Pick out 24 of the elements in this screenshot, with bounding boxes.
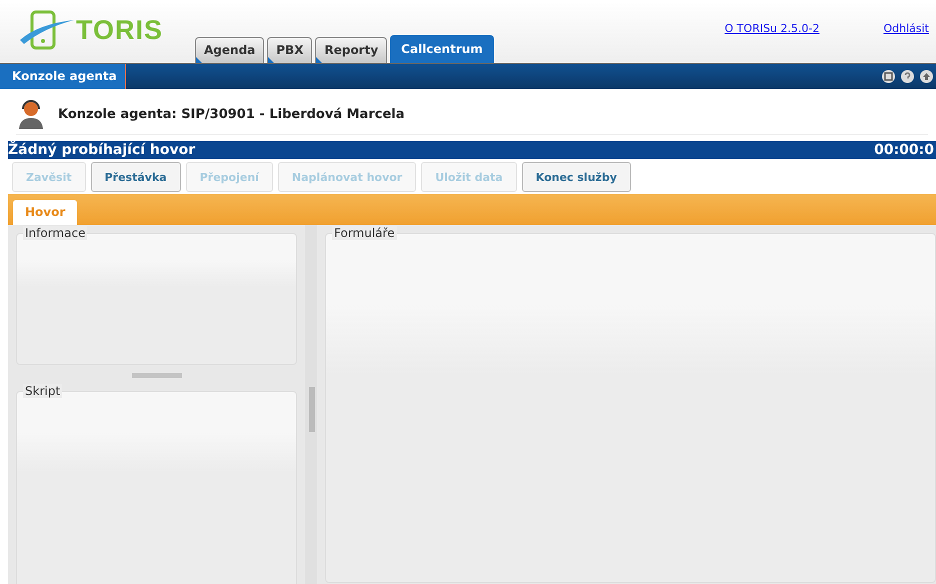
nav-tab[interactable]: Callcentrum <box>390 35 494 63</box>
action-button[interactable]: Přestávka <box>90 162 181 192</box>
scrollbar-thumb[interactable] <box>309 387 315 432</box>
panel-title: Formuláře <box>332 226 397 240</box>
call-status: Žádný probíhající hovor <box>8 141 196 159</box>
nav-tab[interactable]: Agenda <box>195 37 264 63</box>
panel-title: Informace <box>23 226 88 240</box>
header-link[interactable]: Odhlásit <box>883 22 929 35</box>
action-button[interactable]: Konec služby <box>522 162 631 192</box>
subnav-tab[interactable]: Konzole agenta <box>0 64 126 89</box>
splitter-handle[interactable] <box>132 373 182 378</box>
header-link[interactable]: O TORISu 2.5.0-2 <box>724 22 820 35</box>
nav-tab[interactable]: Reporty <box>315 37 388 63</box>
call-tab[interactable]: Hovor <box>13 200 78 225</box>
toris-logo: TORIS <box>18 10 164 50</box>
agent-avatar-icon <box>16 99 46 129</box>
agent-title: Konzole agenta: SIP/30901 - Liberdová Marcela <box>58 106 404 122</box>
phone-logo-icon <box>18 10 76 50</box>
call-timer: 00:00:0 <box>874 141 934 159</box>
export-icon[interactable] <box>882 70 895 83</box>
nav-tab[interactable]: PBX <box>267 37 312 63</box>
panel-title: Skript <box>23 384 62 398</box>
up-arrow-icon[interactable] <box>920 70 933 83</box>
help-icon[interactable] <box>901 70 914 83</box>
